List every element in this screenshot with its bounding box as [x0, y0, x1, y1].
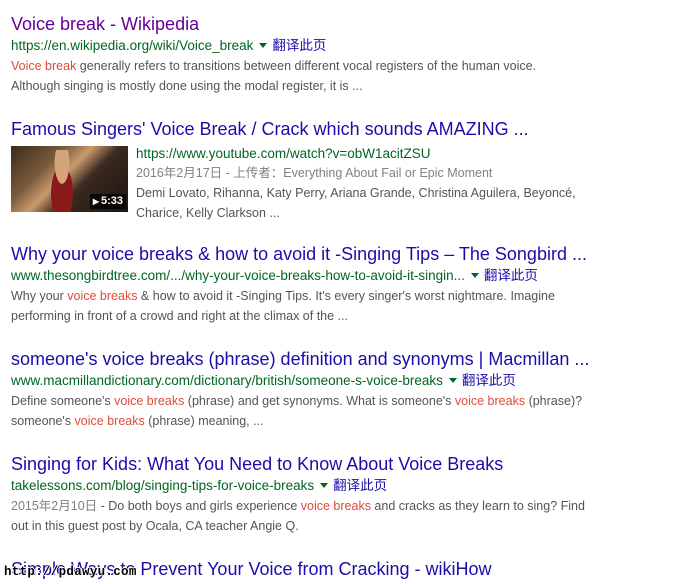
result-snippet: Why your voice breaks & how to avoid it …	[11, 286, 681, 326]
search-result: Voice break - Wikipedia https://en.wikip…	[11, 13, 681, 96]
dropdown-arrow-icon[interactable]	[259, 42, 268, 48]
snippet-text: Although singing is mostly done using th…	[11, 79, 363, 93]
dropdown-arrow-icon[interactable]	[320, 482, 329, 488]
result-snippet: Voice break generally refers to transiti…	[11, 56, 681, 96]
snippet-text: performing in front of a crowd and right…	[11, 309, 348, 323]
search-result: Singing for Kids: What You Need to Know …	[11, 453, 681, 536]
highlight-term: voice breaks	[454, 394, 526, 408]
search-result: someone's voice breaks (phrase) definiti…	[11, 348, 681, 431]
video-row: ▶ 5:33 https://www.youtube.com/watch?v=ob…	[11, 144, 681, 223]
video-thumbnail[interactable]: ▶ 5:33	[11, 146, 128, 212]
play-icon: ▶	[92, 197, 99, 206]
highlight-term: voice breaks	[114, 394, 185, 408]
result-title-link[interactable]: Why your voice breaks & how to avoid it …	[11, 243, 681, 265]
highlight-term: voice breaks	[74, 414, 145, 428]
search-result: Why your voice breaks & how to avoid it …	[11, 243, 681, 326]
translate-link[interactable]: 翻译此页	[333, 478, 387, 493]
dropdown-arrow-icon[interactable]	[470, 272, 479, 278]
result-url-line: https://en.wikipedia.org/wiki/Voice_brea…	[11, 37, 681, 55]
video-description: Demi Lovato, Rihanna, Katy Perry, Ariana…	[136, 186, 576, 220]
watermark: http://pdawyu.com	[4, 565, 137, 579]
video-info: https://www.youtube.com/watch?v=obW1acit…	[136, 144, 576, 223]
highlight-term: voice breaks	[67, 289, 138, 303]
result-url: https://en.wikipedia.org/wiki/Voice_brea…	[11, 38, 254, 53]
result-date: 2015年2月10日	[11, 499, 98, 513]
snippet-text: generally refers to transitions between …	[76, 59, 537, 73]
highlight-term: Voice break	[11, 59, 77, 73]
result-title-link[interactable]: Voice break - Wikipedia	[11, 13, 681, 35]
snippet-text: out in this guest post by Ocala, CA teac…	[11, 519, 299, 533]
translate-link[interactable]: 翻译此页	[484, 268, 538, 283]
result-url-line: www.thesongbirdtree.com/.../why-your-voi…	[11, 267, 681, 285]
dropdown-arrow-icon[interactable]	[448, 377, 457, 383]
result-url-line: www.macmillandictionary.com/dictionary/b…	[11, 372, 681, 390]
video-meta: 2016年2月17日 - 上传者：Everything About Fail o…	[136, 166, 493, 180]
result-snippet: Define someone's voice breaks (phrase) a…	[11, 394, 583, 428]
result-url: https://www.youtube.com/watch?v=obW1acit…	[136, 146, 431, 161]
result-title-link[interactable]: Singing for Kids: What You Need to Know …	[11, 453, 681, 475]
result-title-link[interactable]: Famous Singers' Voice Break / Crack whic…	[11, 118, 681, 140]
translate-link[interactable]: 翻译此页	[462, 373, 516, 388]
translate-link[interactable]: 翻译此页	[272, 38, 326, 53]
result-url-line: takelessons.com/blog/singing-tips-for-vo…	[11, 477, 681, 495]
result-url: takelessons.com/blog/singing-tips-for-vo…	[11, 478, 315, 493]
result-snippet: 2015年2月10日 - Do both boys and girls expe…	[11, 496, 681, 536]
video-duration-badge: ▶ 5:33	[89, 194, 126, 209]
result-url: www.thesongbirdtree.com/.../why-your-voi…	[11, 268, 465, 283]
video-result: Famous Singers' Voice Break / Crack whic…	[11, 118, 681, 223]
result-title-link[interactable]: someone's voice breaks (phrase) definiti…	[11, 348, 681, 370]
highlight-term: voice breaks	[300, 499, 371, 513]
singer-image	[45, 150, 79, 212]
result-url: www.macmillandictionary.com/dictionary/b…	[11, 373, 443, 388]
